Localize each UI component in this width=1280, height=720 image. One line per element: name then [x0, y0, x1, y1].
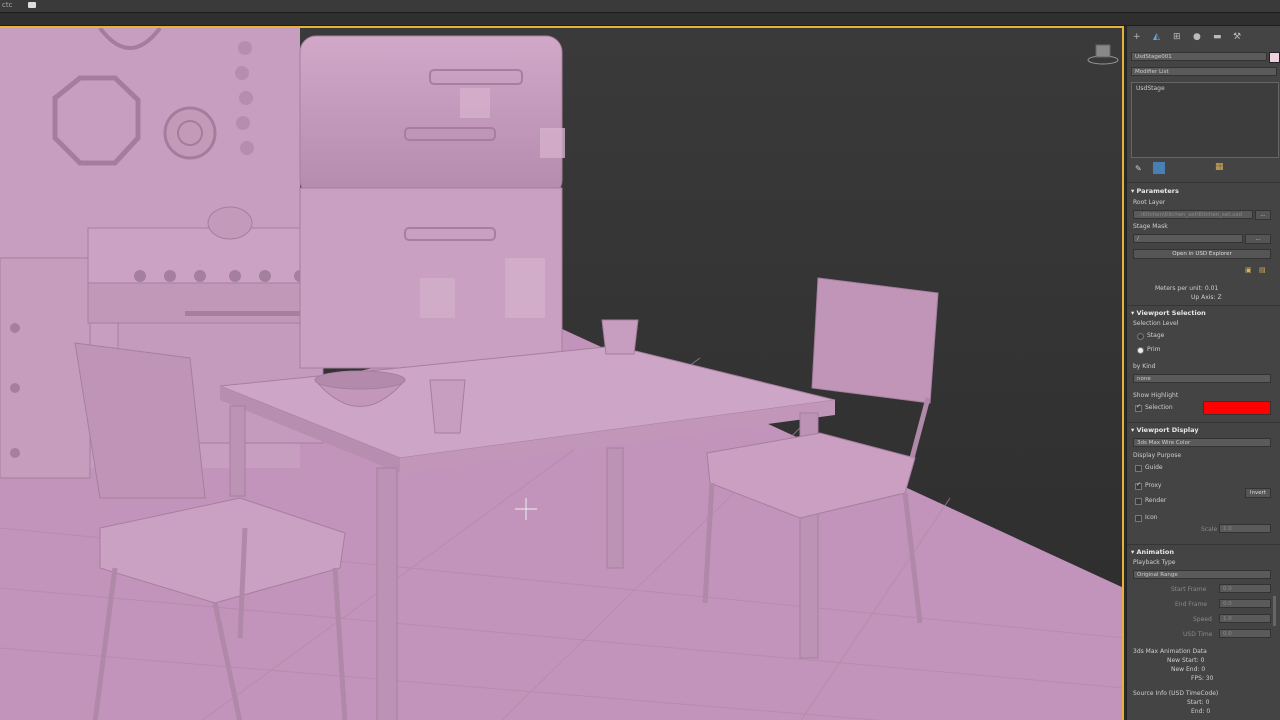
- by-kind-dropdown[interactable]: none: [1133, 374, 1271, 383]
- title-bar: ctc: [0, 0, 1280, 13]
- selection-level-label: Selection Level: [1133, 320, 1179, 327]
- highlight-color-swatch[interactable]: [1203, 401, 1271, 415]
- panel-scrollbar[interactable]: [1273, 596, 1276, 626]
- icon-checkbox[interactable]: [1135, 515, 1142, 522]
- cup-back: [601, 319, 639, 355]
- utilities-icon[interactable]: ⚒: [1233, 32, 1241, 42]
- pin-icon[interactable]: ✎: [1135, 164, 1142, 173]
- stage-mask-label: Stage Mask: [1133, 223, 1168, 230]
- window-title: ctc: [2, 1, 13, 9]
- object-name-field[interactable]: UsdStage001: [1131, 52, 1267, 61]
- chair-right-back: [811, 277, 939, 404]
- scale-label: Scale: [1201, 526, 1218, 533]
- usd-time-field[interactable]: 0.0: [1219, 629, 1271, 638]
- fps: FPS: 30: [1191, 675, 1214, 682]
- viewport-3d[interactable]: [0, 26, 1124, 720]
- speed-label: Speed: [1193, 616, 1212, 623]
- reload-icon[interactable]: ▣: [1245, 266, 1252, 274]
- toolbar: [0, 13, 1280, 26]
- parameters-header[interactable]: Parameters: [1131, 187, 1277, 195]
- fridge-top: [299, 35, 563, 197]
- max-animation-label: 3ds Max Animation Data: [1133, 648, 1207, 655]
- display-purpose-label: Display Purpose: [1133, 452, 1182, 459]
- open-usd-explorer-button[interactable]: Open in USD Explorer: [1133, 249, 1271, 259]
- new-start: New Start: 0: [1167, 657, 1205, 664]
- speed-field[interactable]: 1.0: [1219, 614, 1271, 623]
- end-frame-field[interactable]: 0.0: [1219, 599, 1271, 608]
- end-frame-label: End Frame: [1175, 601, 1208, 608]
- guide-checkbox[interactable]: [1135, 465, 1142, 472]
- usd-time-label: USD Time: [1183, 631, 1213, 638]
- display-icon[interactable]: ▬: [1213, 32, 1222, 42]
- proxy-checkbox[interactable]: [1135, 481, 1142, 490]
- viewcube-icon[interactable]: [1087, 44, 1119, 65]
- start-frame-field[interactable]: 0.0: [1219, 584, 1271, 593]
- playback-type-label: Playback Type: [1133, 559, 1176, 566]
- scale-field[interactable]: 1.0: [1219, 524, 1271, 533]
- show-end-result-icon[interactable]: [1153, 162, 1165, 174]
- viewport-display-header[interactable]: Viewport Display: [1131, 426, 1277, 434]
- source-end: End: 0: [1191, 708, 1211, 715]
- configure-icon[interactable]: ▦: [1215, 162, 1224, 172]
- up-axis: Up Axis: Z: [1191, 294, 1222, 301]
- animation-header[interactable]: Animation: [1131, 548, 1277, 556]
- modifier-list-dropdown[interactable]: Modifier List: [1131, 67, 1277, 76]
- meters-per-unit: Meters per unit: 0.01: [1155, 285, 1219, 292]
- folder-icon[interactable]: ▤: [1259, 266, 1266, 274]
- app-icon[interactable]: [28, 2, 36, 8]
- by-kind-label: by Kind: [1133, 363, 1156, 370]
- render-label: Render: [1145, 497, 1167, 504]
- invert-button[interactable]: Invert: [1245, 488, 1271, 498]
- stage-radio[interactable]: [1137, 333, 1144, 340]
- prim-radio[interactable]: [1137, 347, 1144, 354]
- cup-front: [429, 379, 466, 434]
- start-frame-label: Start Frame: [1171, 586, 1207, 593]
- playback-type-dropdown[interactable]: Original Range: [1133, 570, 1271, 579]
- source-info-label: Source Info (USD TimeCode): [1133, 690, 1219, 697]
- modifier-stack: UsdStage: [1131, 82, 1279, 158]
- root-layer-browse-button[interactable]: ...: [1255, 210, 1271, 220]
- object-color-swatch[interactable]: [1269, 52, 1280, 63]
- modify-icon[interactable]: ◭: [1153, 32, 1160, 42]
- create-icon[interactable]: +: [1133, 32, 1141, 42]
- guide-label: Guide: [1145, 464, 1163, 471]
- stack-item-usdstage[interactable]: UsdStage: [1136, 85, 1165, 92]
- stage-mask-field[interactable]: /: [1133, 234, 1243, 243]
- selection-checkbox[interactable]: [1135, 403, 1142, 412]
- viewport-selection-header[interactable]: Viewport Selection: [1131, 309, 1277, 317]
- kitchen-scene: [0, 28, 1122, 720]
- prim-radio-label: Prim: [1147, 346, 1161, 353]
- source-start: Start: 0: [1187, 699, 1210, 706]
- root-layer-field[interactable]: ..\Kitchen\Kitchen_set\Kitchen_set.usd: [1133, 210, 1253, 219]
- new-end: New End: 0: [1171, 666, 1206, 673]
- hierarchy-icon[interactable]: ⊞: [1173, 32, 1181, 42]
- selection-label: Selection: [1145, 404, 1173, 411]
- render-checkbox[interactable]: [1135, 498, 1142, 505]
- color-mode-dropdown[interactable]: 3ds Max Wire Color: [1133, 438, 1271, 447]
- root-layer-label: Root Layer: [1133, 199, 1166, 206]
- motion-icon[interactable]: ●: [1193, 32, 1201, 42]
- command-panel: + ◭ ⊞ ● ▬ ⚒ UsdStage001 Modifier List Us…: [1126, 26, 1280, 720]
- stage-radio-label: Stage: [1147, 332, 1165, 339]
- stage-mask-browse-button[interactable]: ...: [1245, 234, 1271, 244]
- proxy-label: Proxy: [1145, 482, 1162, 489]
- icon-label: Icon: [1145, 514, 1158, 521]
- show-highlight-label: Show Highlight: [1133, 392, 1179, 399]
